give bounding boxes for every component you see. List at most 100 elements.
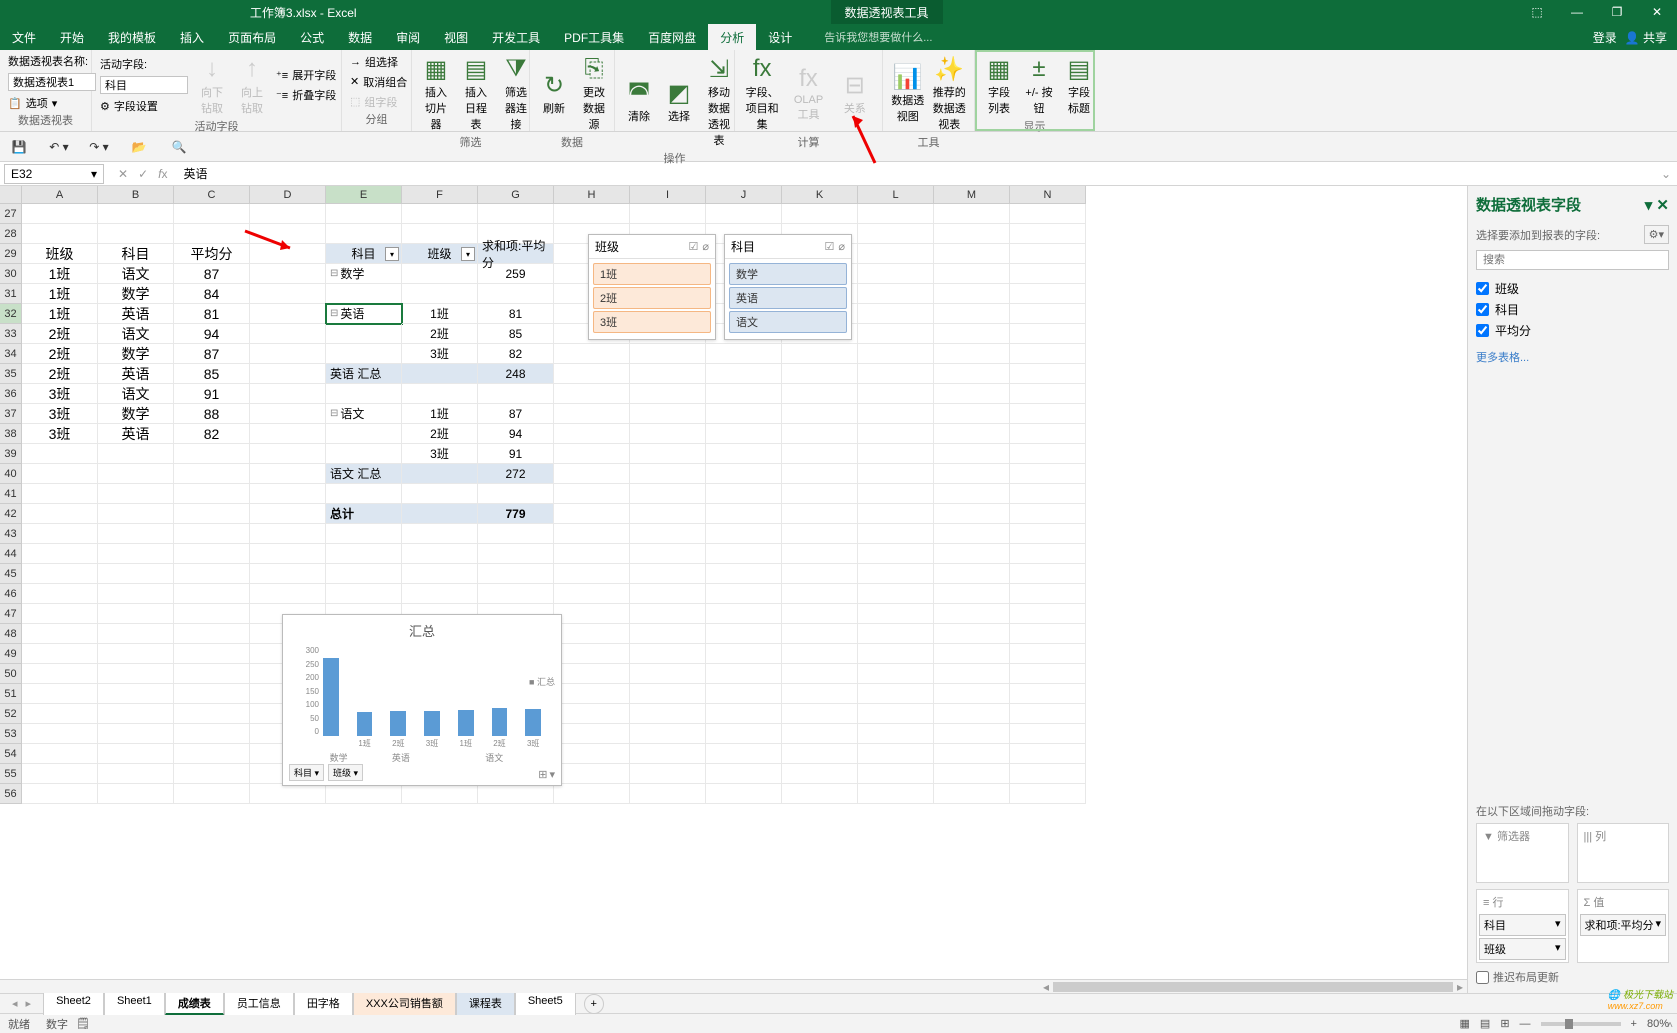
- cell[interactable]: [174, 624, 250, 644]
- column-zone[interactable]: ||| 列: [1577, 823, 1670, 883]
- row-header[interactable]: 47: [0, 604, 22, 624]
- cell[interactable]: [554, 664, 630, 684]
- cell[interactable]: [174, 584, 250, 604]
- cell[interactable]: [858, 264, 934, 284]
- row-header[interactable]: 53: [0, 724, 22, 744]
- fields-items-button[interactable]: fx字段、项目和集: [741, 52, 783, 134]
- row-header[interactable]: 27: [0, 204, 22, 224]
- cell[interactable]: [326, 224, 402, 244]
- cell[interactable]: [858, 644, 934, 664]
- cell[interactable]: 2班: [402, 324, 478, 344]
- chart-bar[interactable]: [323, 658, 339, 736]
- cell[interactable]: [782, 704, 858, 724]
- cell[interactable]: [858, 424, 934, 444]
- cell[interactable]: [706, 764, 782, 784]
- cell[interactable]: [706, 624, 782, 644]
- refresh-button[interactable]: ↻刷新: [536, 68, 572, 118]
- cell[interactable]: 3班: [402, 344, 478, 364]
- pivot-name-input[interactable]: [8, 73, 96, 91]
- cell[interactable]: [934, 684, 1010, 704]
- cell[interactable]: [98, 784, 174, 804]
- row-header[interactable]: 29: [0, 244, 22, 264]
- col-header[interactable]: G: [478, 186, 554, 204]
- minimize-button[interactable]: —: [1557, 0, 1597, 24]
- cell[interactable]: [402, 224, 478, 244]
- name-box[interactable]: E32▾: [4, 164, 104, 184]
- formula-input[interactable]: 英语: [177, 163, 1654, 184]
- row-header[interactable]: 45: [0, 564, 22, 584]
- tell-me-input[interactable]: 告诉我您想要做什么...: [824, 29, 932, 45]
- row-header[interactable]: 56: [0, 784, 22, 804]
- row-header[interactable]: 46: [0, 584, 22, 604]
- cell[interactable]: [22, 564, 98, 584]
- cell[interactable]: [782, 744, 858, 764]
- cell[interactable]: [1010, 584, 1086, 604]
- cell[interactable]: [630, 624, 706, 644]
- cell[interactable]: [706, 644, 782, 664]
- cell[interactable]: 81: [174, 304, 250, 324]
- cell[interactable]: [782, 544, 858, 564]
- cell[interactable]: [250, 384, 326, 404]
- cell[interactable]: [22, 484, 98, 504]
- cell[interactable]: [1010, 284, 1086, 304]
- cell[interactable]: [706, 684, 782, 704]
- row-header[interactable]: 38: [0, 424, 22, 444]
- cell[interactable]: 87: [174, 264, 250, 284]
- cell[interactable]: [1010, 344, 1086, 364]
- cell[interactable]: [1010, 464, 1086, 484]
- cell[interactable]: [402, 384, 478, 404]
- cell[interactable]: [630, 484, 706, 504]
- cell[interactable]: [630, 704, 706, 724]
- tab-公式[interactable]: 公式: [288, 24, 336, 50]
- cell[interactable]: ⊟语文: [326, 404, 402, 424]
- slicer-subject[interactable]: 科目 ☑⌀ 数学英语语文: [724, 234, 852, 340]
- cell[interactable]: [326, 204, 402, 224]
- tab-插入[interactable]: 插入: [168, 24, 216, 50]
- cell[interactable]: [934, 604, 1010, 624]
- share-button[interactable]: 👤 共享: [1625, 29, 1667, 46]
- cell[interactable]: [22, 664, 98, 684]
- row-header[interactable]: 34: [0, 344, 22, 364]
- cell[interactable]: [630, 444, 706, 464]
- col-header[interactable]: H: [554, 186, 630, 204]
- cell[interactable]: [250, 564, 326, 584]
- cell[interactable]: [858, 544, 934, 564]
- cell[interactable]: [250, 444, 326, 464]
- cell[interactable]: 272: [478, 464, 554, 484]
- cell[interactable]: [858, 364, 934, 384]
- cell[interactable]: [858, 464, 934, 484]
- cell[interactable]: [98, 484, 174, 504]
- sheet-tab[interactable]: XXX公司销售额: [353, 992, 456, 1015]
- cell[interactable]: [934, 624, 1010, 644]
- slicer-item[interactable]: 3班: [593, 311, 711, 333]
- cell[interactable]: [934, 764, 1010, 784]
- cell[interactable]: [554, 524, 630, 544]
- cell[interactable]: [934, 464, 1010, 484]
- cell[interactable]: [630, 664, 706, 684]
- cell[interactable]: [630, 364, 706, 384]
- cell[interactable]: [782, 604, 858, 624]
- cell[interactable]: [630, 744, 706, 764]
- cell[interactable]: [858, 784, 934, 804]
- cell[interactable]: [326, 524, 402, 544]
- move-pivot-button[interactable]: ⇲移动数据透视表: [701, 52, 737, 150]
- cell[interactable]: [554, 504, 630, 524]
- row-header[interactable]: 44: [0, 544, 22, 564]
- cell[interactable]: [174, 504, 250, 524]
- field-search-input[interactable]: [1476, 250, 1669, 270]
- cell[interactable]: [98, 524, 174, 544]
- cell[interactable]: [782, 464, 858, 484]
- cell[interactable]: 英语: [98, 304, 174, 324]
- chart-bar[interactable]: [492, 708, 508, 736]
- cell[interactable]: [782, 504, 858, 524]
- cell[interactable]: [630, 584, 706, 604]
- cell[interactable]: [858, 204, 934, 224]
- cell[interactable]: [98, 664, 174, 684]
- options-button[interactable]: 📋 选项 ▾: [6, 94, 98, 112]
- cell[interactable]: ⊟数学: [326, 264, 402, 284]
- cell[interactable]: [782, 724, 858, 744]
- zone-item[interactable]: 班级 ▾: [1479, 938, 1566, 960]
- active-field-input[interactable]: [100, 76, 188, 94]
- cell[interactable]: [630, 784, 706, 804]
- cell[interactable]: [554, 764, 630, 784]
